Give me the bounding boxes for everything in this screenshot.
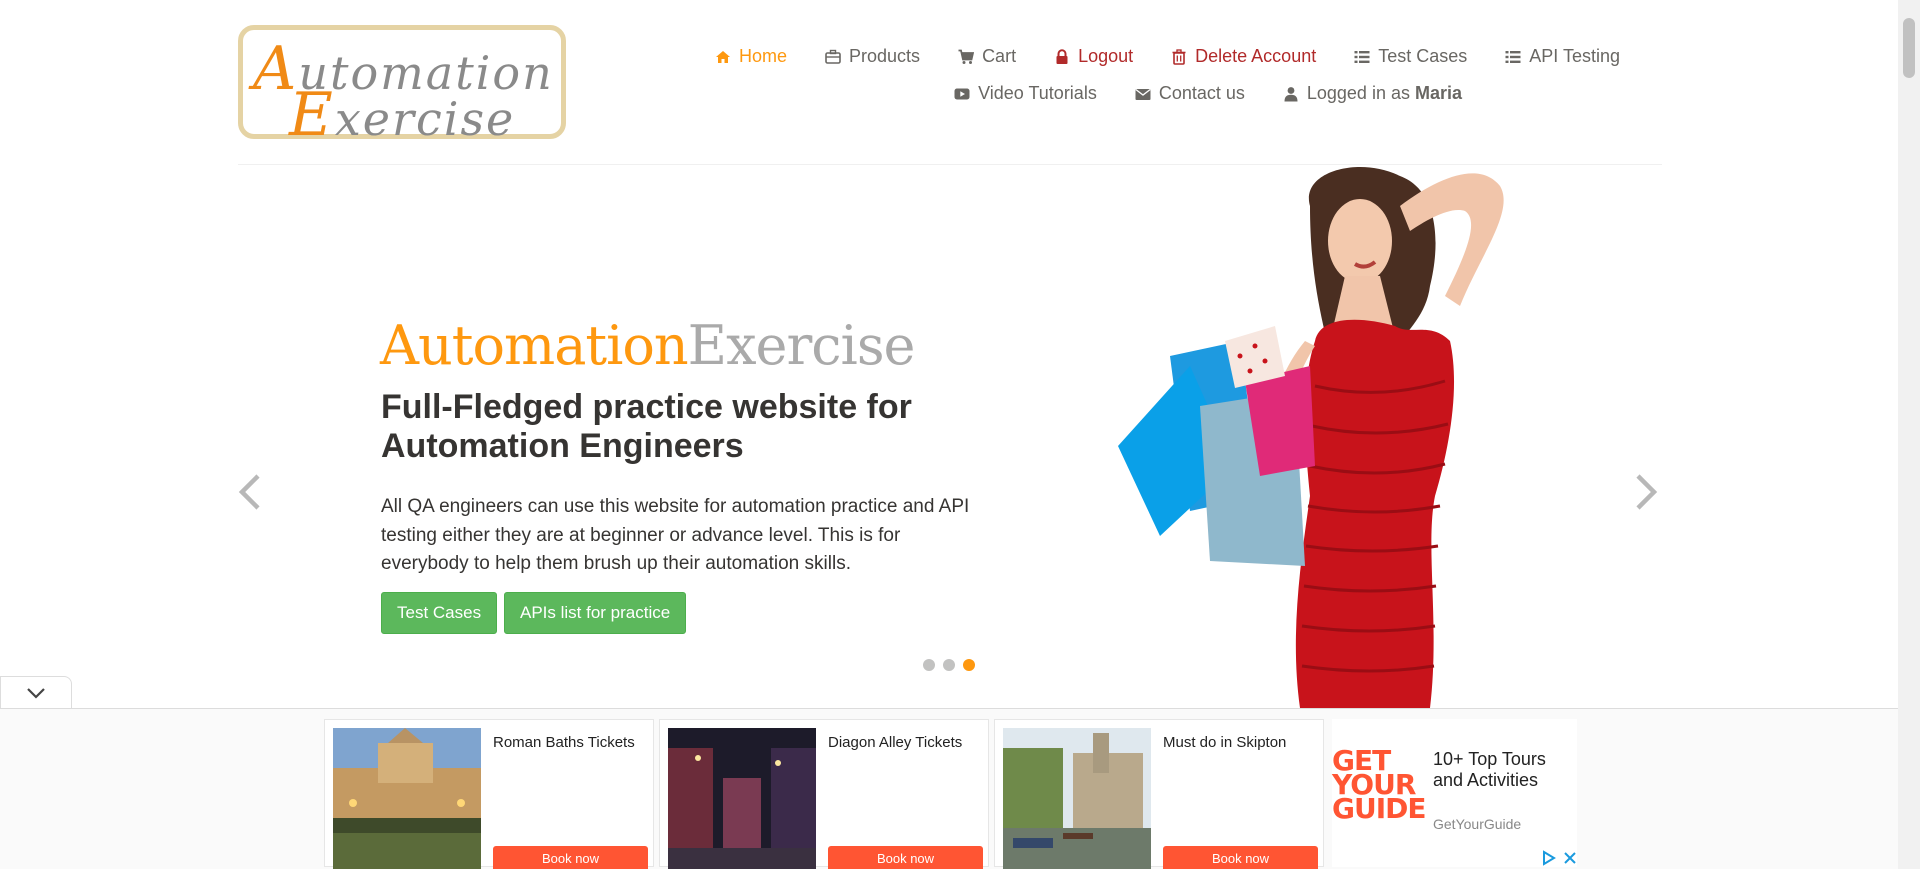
nav-home[interactable]: Home	[715, 46, 787, 67]
chevron-down-icon	[27, 688, 45, 699]
ad-banner: Roman Baths Tickets Book now Diagon Alle…	[0, 709, 1898, 869]
ad-image-skipton	[1003, 728, 1151, 869]
carousel-dot-2[interactable]	[943, 659, 955, 671]
main-nav: Home Products Cart Logout Delete Account…	[620, 38, 1620, 112]
site-header: Automation Exercise Home Products Cart L…	[0, 0, 1898, 166]
envelope-icon	[1135, 88, 1151, 100]
nav-contact-us-label: Contact us	[1158, 83, 1245, 103]
ad-book-now-button[interactable]: Book now	[828, 846, 983, 869]
gyg-title: 10+ Top Tours and Activities	[1433, 749, 1546, 790]
header-divider	[238, 164, 1662, 165]
carousel-next-arrow-icon[interactable]	[1630, 462, 1664, 522]
hero-description: All QA engineers can use this website fo…	[381, 496, 970, 574]
cart-icon	[958, 49, 975, 64]
hero-model-image	[1118, 167, 1504, 708]
hero-brand-exercise: Exercise	[687, 314, 916, 377]
user-icon	[1284, 86, 1298, 101]
ad-title-diagon-alley: Diagon Alley Tickets	[828, 734, 963, 751]
nav-video-tutorials-label: Video Tutorials	[978, 83, 1097, 103]
nav-logout-label: Logout	[1078, 46, 1134, 66]
hero-headline: Full-Fledged practice website for Automa…	[381, 388, 912, 465]
nav-delete-account[interactable]: Delete Account	[1171, 46, 1316, 67]
logged-in-username: Maria	[1414, 83, 1462, 103]
page-scrollbar[interactable]	[1898, 0, 1920, 869]
getyourguide-logo: GET YOUR GUIDE	[1332, 747, 1427, 825]
list-icon	[1505, 50, 1521, 63]
nav-api-testing-label: API Testing	[1529, 46, 1620, 66]
ad-image-roman-baths	[333, 728, 481, 869]
logged-in-label: Logged in as	[1306, 83, 1410, 103]
nav-products-label: Products	[849, 46, 921, 66]
nav-contact-us[interactable]: Contact us	[1135, 83, 1245, 104]
nav-test-cases[interactable]: Test Cases	[1354, 46, 1467, 67]
gyg-subtitle: GetYourGuide	[1433, 816, 1522, 832]
apis-list-button[interactable]: APIs list for practice	[504, 592, 687, 634]
hero-brand-automation: Automation	[380, 314, 689, 377]
site-logo[interactable]: Automation Exercise	[238, 25, 566, 150]
trash-icon	[1172, 48, 1186, 65]
ad-card-diagon-alley[interactable]: Diagon Alley Tickets Book now	[659, 719, 989, 869]
ad-book-now-button[interactable]: Book now	[1163, 846, 1318, 869]
logo-line-2: Exercise	[289, 80, 515, 150]
nav-logged-in-as: Logged in as Maria	[1283, 83, 1462, 104]
nav-video-tutorials[interactable]: Video Tutorials	[954, 83, 1097, 104]
carousel-dot-3[interactable]	[963, 659, 975, 671]
ad-title-roman-baths: Roman Baths Tickets	[493, 734, 635, 751]
nav-products[interactable]: Products	[825, 46, 920, 67]
ad-card-roman-baths[interactable]: Roman Baths Tickets Book now	[324, 719, 654, 869]
list-icon	[1354, 50, 1370, 63]
nav-logout[interactable]: Logout	[1054, 46, 1133, 67]
youtube-icon	[954, 88, 970, 99]
nav-test-cases-label: Test Cases	[1378, 46, 1468, 66]
ad-collapse-button[interactable]	[0, 676, 72, 708]
nav-home-label: Home	[739, 46, 788, 66]
nav-row-1: Home Products Cart Logout Delete Account…	[620, 38, 1620, 75]
carousel-dot-1[interactable]	[923, 659, 935, 671]
nav-cart[interactable]: Cart	[958, 46, 1016, 67]
logo-text-2: xercise	[334, 92, 516, 146]
ad-book-now-button[interactable]: Book now	[493, 846, 648, 869]
ad-card-skipton[interactable]: Must do in Skipton Book now	[994, 719, 1324, 869]
nav-cart-label: Cart	[982, 46, 1017, 66]
nav-delete-account-label: Delete Account	[1195, 46, 1317, 66]
home-icon	[716, 50, 730, 63]
ad-image-diagon-alley	[668, 728, 816, 869]
carousel-prev-arrow-icon[interactable]	[232, 462, 266, 522]
scrollbar-thumb[interactable]	[1903, 18, 1915, 78]
test-cases-button[interactable]: Test Cases	[381, 592, 498, 634]
ad-card-getyourguide[interactable]: GET YOUR GUIDE 10+ Top Tours and Activit…	[1332, 719, 1577, 867]
carousel-indicators	[923, 659, 975, 671]
hero-brand: AutomationExercise	[380, 314, 916, 377]
ad-title-skipton: Must do in Skipton	[1163, 734, 1287, 751]
hero-carousel: AutomationExercise Full-Fledged practice…	[0, 166, 1898, 708]
adchoices-icon[interactable]	[1541, 849, 1581, 867]
briefcase-icon	[825, 49, 841, 64]
gyg-logo-guide: GUIDE	[1332, 792, 1427, 825]
nav-api-testing[interactable]: API Testing	[1505, 46, 1620, 67]
logo-cap-e: E	[289, 80, 335, 150]
lock-icon	[1056, 48, 1068, 64]
nav-row-2: Video Tutorials Contact us Logged in as …	[620, 75, 1620, 112]
